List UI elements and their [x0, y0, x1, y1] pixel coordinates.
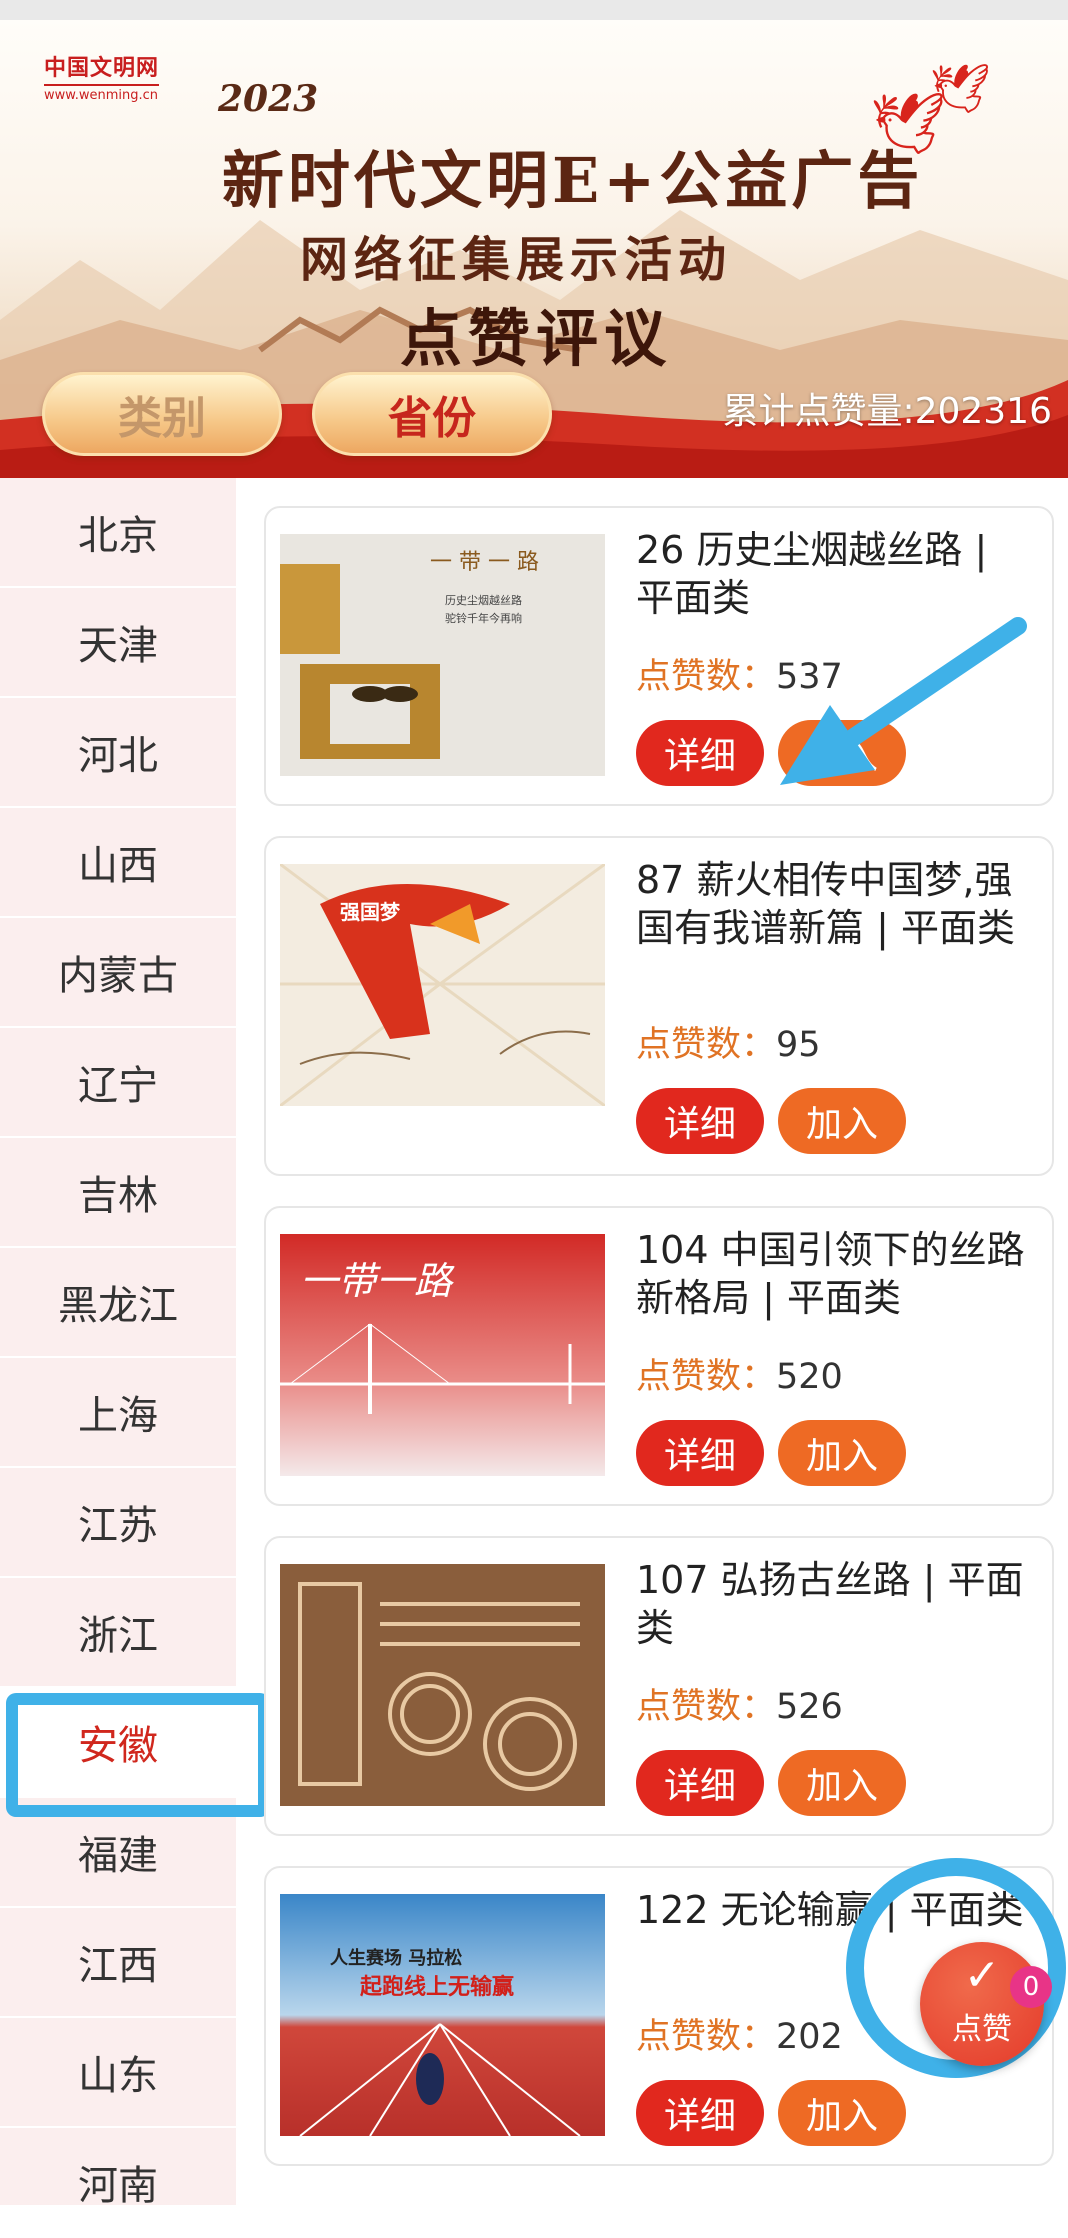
svg-text:起跑线上无输赢: 起跑线上无输赢 — [359, 1974, 514, 2000]
entry-thumbnail[interactable]: 一 带 一 路 历史尘烟越丝路 驼铃千年今再响 — [280, 534, 605, 776]
svg-text:一带一路: 一带一路 — [300, 1259, 455, 1303]
like-count-value: 95 — [776, 1025, 821, 1065]
entry-thumbnail[interactable]: 人生赛场 马拉松 起跑线上无输赢 — [280, 1894, 605, 2136]
sidebar-item-liaoning[interactable]: 辽宁 — [0, 1028, 236, 1138]
logo-text: 中国文明网 — [44, 56, 160, 81]
sidebar-item-shandong[interactable]: 山东 — [0, 2018, 236, 2128]
add-button[interactable]: 加入 — [778, 1750, 906, 1816]
banner-title: 新时代文明E+公益广告 — [222, 144, 924, 217]
dove-icon: 🕊 — [930, 61, 991, 117]
entry-title: 104 中国引领下的丝路新格局 | 平面类 — [636, 1228, 1025, 1320]
sidebar-item-henan[interactable]: 河南 — [0, 2128, 236, 2238]
entry-thumbnail[interactable]: 一带一路 — [280, 1234, 605, 1476]
like-fab-label: 点赞 — [952, 2012, 1012, 2047]
sidebar-item-neimenggu[interactable]: 内蒙古 — [0, 918, 236, 1028]
like-count: 点赞数：520 — [636, 1348, 843, 1399]
detail-button[interactable]: 详细 — [636, 2080, 764, 2146]
entry-title: 87 薪火相传中国梦,强国有我谱新篇 | 平面类 — [636, 858, 1015, 950]
banner-subtitle: 网络征集展示活动 — [300, 232, 733, 288]
like-count: 点赞数：526 — [636, 1678, 843, 1729]
like-count-label: 点赞数： — [636, 1687, 777, 1727]
svg-text:驼铃千年今再响: 驼铃千年今再响 — [445, 611, 522, 625]
add-button[interactable]: 加入 — [778, 1088, 906, 1154]
like-count-value: 520 — [776, 1357, 843, 1397]
entry-card[interactable]: 107 弘扬古丝路 | 平面类 点赞数：526 详细 加入 — [264, 1536, 1054, 1836]
sidebar-item-jilin[interactable]: 吉林 — [0, 1138, 236, 1248]
like-count-value: 202 — [776, 2017, 843, 2057]
logo-divider — [44, 84, 159, 86]
like-count-label: 点赞数： — [636, 1025, 777, 1065]
banner-heading: 点赞评议 — [400, 302, 673, 375]
total-likes: 累计点赞量:202316 — [722, 391, 1052, 432]
entry-card[interactable]: 一带一路 104 中国引领下的丝路新格局 | 平面类 点赞数：520 详细 加入 — [264, 1206, 1054, 1506]
like-count-label: 点赞数： — [636, 657, 777, 697]
like-count-badge: 0 — [1010, 1966, 1052, 2008]
sidebar-item-shanxi[interactable]: 山西 — [0, 808, 236, 918]
like-count: 点赞数：95 — [636, 1016, 821, 1067]
highlight-box-anhui — [6, 1693, 270, 1817]
like-count-label: 点赞数： — [636, 2017, 777, 2057]
entry-title: 26 历史尘烟越丝路 | 平面类 — [636, 528, 988, 620]
like-count-value: 526 — [776, 1687, 843, 1727]
logo-url: www.wenming.cn — [44, 88, 158, 103]
tab-category[interactable]: 类别 — [42, 372, 282, 456]
sidebar-item-jiangsu[interactable]: 江苏 — [0, 1468, 236, 1578]
svg-text:强国梦: 强国梦 — [340, 900, 401, 924]
entry-title: 107 弘扬古丝路 | 平面类 — [636, 1558, 1024, 1650]
sidebar-item-zhejiang[interactable]: 浙江 — [0, 1578, 236, 1688]
svg-text:历史尘烟越丝路: 历史尘烟越丝路 — [445, 593, 522, 607]
sidebar-item-beijing[interactable]: 北京 — [0, 478, 236, 588]
entry-thumbnail[interactable] — [280, 1564, 605, 1806]
sidebar-item-tianjin[interactable]: 天津 — [0, 588, 236, 698]
annotation-arrow — [780, 617, 1027, 785]
like-count: 点赞数：202 — [636, 2008, 843, 2059]
detail-button[interactable]: 详细 — [636, 720, 764, 786]
site-logo[interactable]: 中国文明网 www.wenming.cn — [44, 50, 159, 103]
sidebar-item-hebei[interactable]: 河北 — [0, 698, 236, 808]
status-strip — [0, 0, 1068, 20]
sidebar-item-shanghai[interactable]: 上海 — [0, 1358, 236, 1468]
add-button[interactable]: 加入 — [778, 2080, 906, 2146]
province-sidebar: 北京 天津 河北 山西 内蒙古 辽宁 吉林 黑龙江 上海 江苏 浙江 安徽 福建… — [0, 478, 236, 2238]
detail-button[interactable]: 详细 — [636, 1750, 764, 1816]
tab-province[interactable]: 省份 — [312, 372, 552, 456]
detail-button[interactable]: 详细 — [636, 1088, 764, 1154]
entry-card[interactable]: 强国梦 87 薪火相传中国梦,强国有我谱新篇 | 平面类 点赞数：95 详细 加… — [264, 836, 1054, 1176]
header-banner: 中国文明网 www.wenming.cn 2023 新时代文明E+公益广告 网络… — [0, 20, 1068, 478]
entry-thumbnail[interactable]: 强国梦 — [280, 864, 605, 1106]
svg-text:一 带 一 路: 一 带 一 路 — [430, 550, 539, 575]
svg-text:人生赛场 马拉松: 人生赛场 马拉松 — [330, 1947, 462, 1969]
add-button[interactable]: 加入 — [778, 1420, 906, 1486]
banner-year: 2023 — [218, 78, 319, 120]
like-count-label: 点赞数： — [636, 1357, 777, 1397]
detail-button[interactable]: 详细 — [636, 1420, 764, 1486]
sidebar-item-jiangxi[interactable]: 江西 — [0, 1908, 236, 2018]
sidebar-item-heilongjiang[interactable]: 黑龙江 — [0, 1248, 236, 1358]
